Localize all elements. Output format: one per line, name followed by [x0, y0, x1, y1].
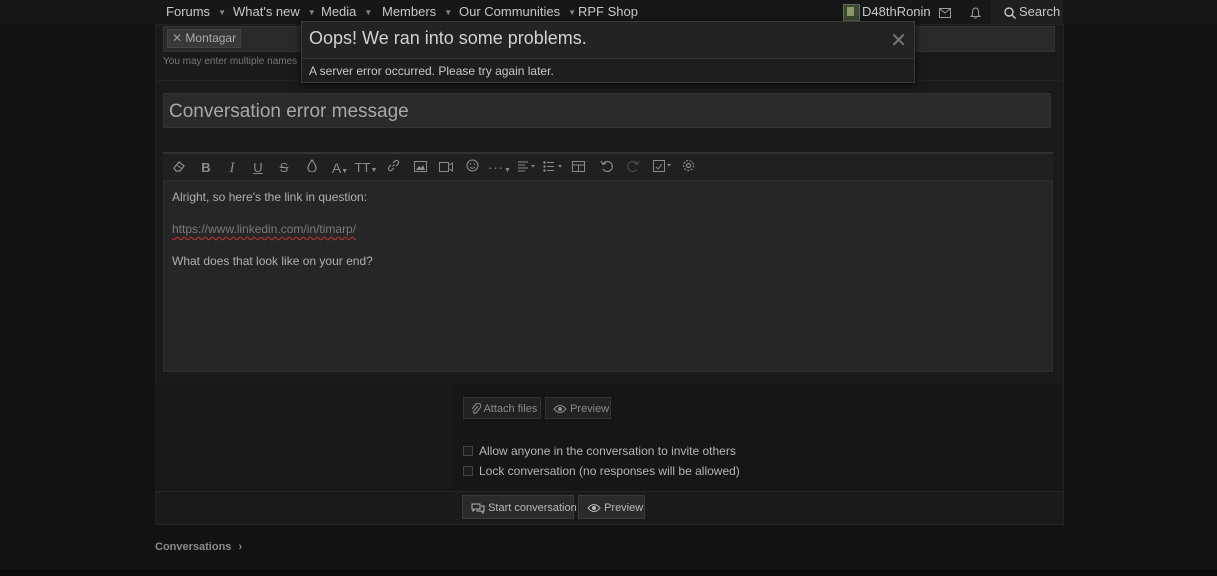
dialog-header: Oops! We ran into some problems. ✕	[302, 22, 914, 59]
search-icon	[1004, 0, 1016, 24]
list-icon[interactable]	[542, 158, 564, 178]
font-size-icon[interactable]: TT▼	[354, 158, 378, 178]
editor-line: Alright, so here's the link in question:	[172, 190, 368, 204]
dialog-message: A server error occurred. Please try agai…	[309, 64, 554, 78]
paperclip-icon	[471, 402, 483, 415]
error-dialog: Oops! We ran into some problems. ✕ A ser…	[301, 21, 915, 83]
video-icon[interactable]	[438, 158, 454, 178]
recipient-hint: You may enter multiple names	[163, 56, 298, 67]
editor-link[interactable]: https://www.linkedin.com/in/timarp/	[172, 222, 356, 236]
dialog-title: Oops! We ran into some problems.	[309, 28, 587, 48]
editor-toolbar: B I U S A▼ TT▼ ···▼	[163, 152, 1053, 182]
invite-others-label[interactable]: Allow anyone in the conversation to invi…	[479, 444, 736, 458]
nav-forums[interactable]: Forums ▼	[166, 0, 226, 24]
eraser-icon[interactable]	[171, 158, 187, 178]
breadcrumb[interactable]: Conversations ›	[155, 541, 242, 553]
chevron-down-icon: ▼	[218, 7, 226, 17]
chevron-right-icon: ›	[238, 541, 243, 553]
inbox-icon[interactable]	[936, 0, 954, 24]
italic-icon[interactable]: I	[224, 158, 240, 178]
gear-icon[interactable]	[680, 158, 696, 178]
underline-icon[interactable]: U	[250, 158, 266, 178]
table-icon[interactable]	[570, 158, 586, 178]
text-color-icon[interactable]	[305, 158, 319, 178]
bold-icon[interactable]: B	[198, 158, 214, 178]
undo-icon[interactable]	[598, 158, 614, 178]
options-spacer	[155, 384, 453, 491]
title-input[interactable]: Conversation error message	[163, 93, 1051, 128]
image-icon[interactable]	[412, 158, 428, 178]
eye-icon	[553, 403, 570, 415]
smiley-icon[interactable]	[464, 158, 480, 178]
close-icon[interactable]: ✕	[172, 31, 182, 45]
preview-toggle-button[interactable]: Preview	[545, 397, 611, 419]
page-footer-edge	[0, 569, 1217, 576]
editor-line: What does that look like on your end?	[172, 254, 373, 268]
invite-others-checkbox[interactable]	[463, 446, 473, 456]
close-icon[interactable]: ✕	[890, 28, 907, 53]
search-button[interactable]: Search	[991, 0, 1063, 24]
message-editor[interactable]: Alright, so here's the link in question:…	[163, 180, 1053, 372]
preview-button[interactable]: Preview	[578, 495, 645, 519]
link-icon[interactable]	[385, 158, 401, 178]
attach-files-button[interactable]: Attach files	[463, 397, 541, 419]
align-icon[interactable]	[516, 158, 538, 178]
bell-icon[interactable]	[966, 0, 984, 24]
divider	[155, 491, 1062, 492]
strikethrough-icon[interactable]: S	[276, 158, 292, 178]
lock-conversation-checkbox[interactable]	[463, 466, 473, 476]
drafts-icon[interactable]	[651, 158, 675, 178]
start-conversation-button[interactable]: Start conversation	[462, 495, 577, 519]
eye-icon	[587, 502, 604, 514]
redo-icon[interactable]	[625, 158, 641, 178]
more-options-icon[interactable]: ···▼	[488, 158, 511, 178]
font-family-icon[interactable]: A▼	[329, 158, 351, 178]
lock-conversation-label[interactable]: Lock conversation (no responses will be …	[479, 464, 740, 478]
avatar[interactable]	[843, 4, 860, 21]
recipient-chip[interactable]: ✕ Montagar	[167, 29, 242, 48]
comments-icon	[471, 502, 488, 514]
